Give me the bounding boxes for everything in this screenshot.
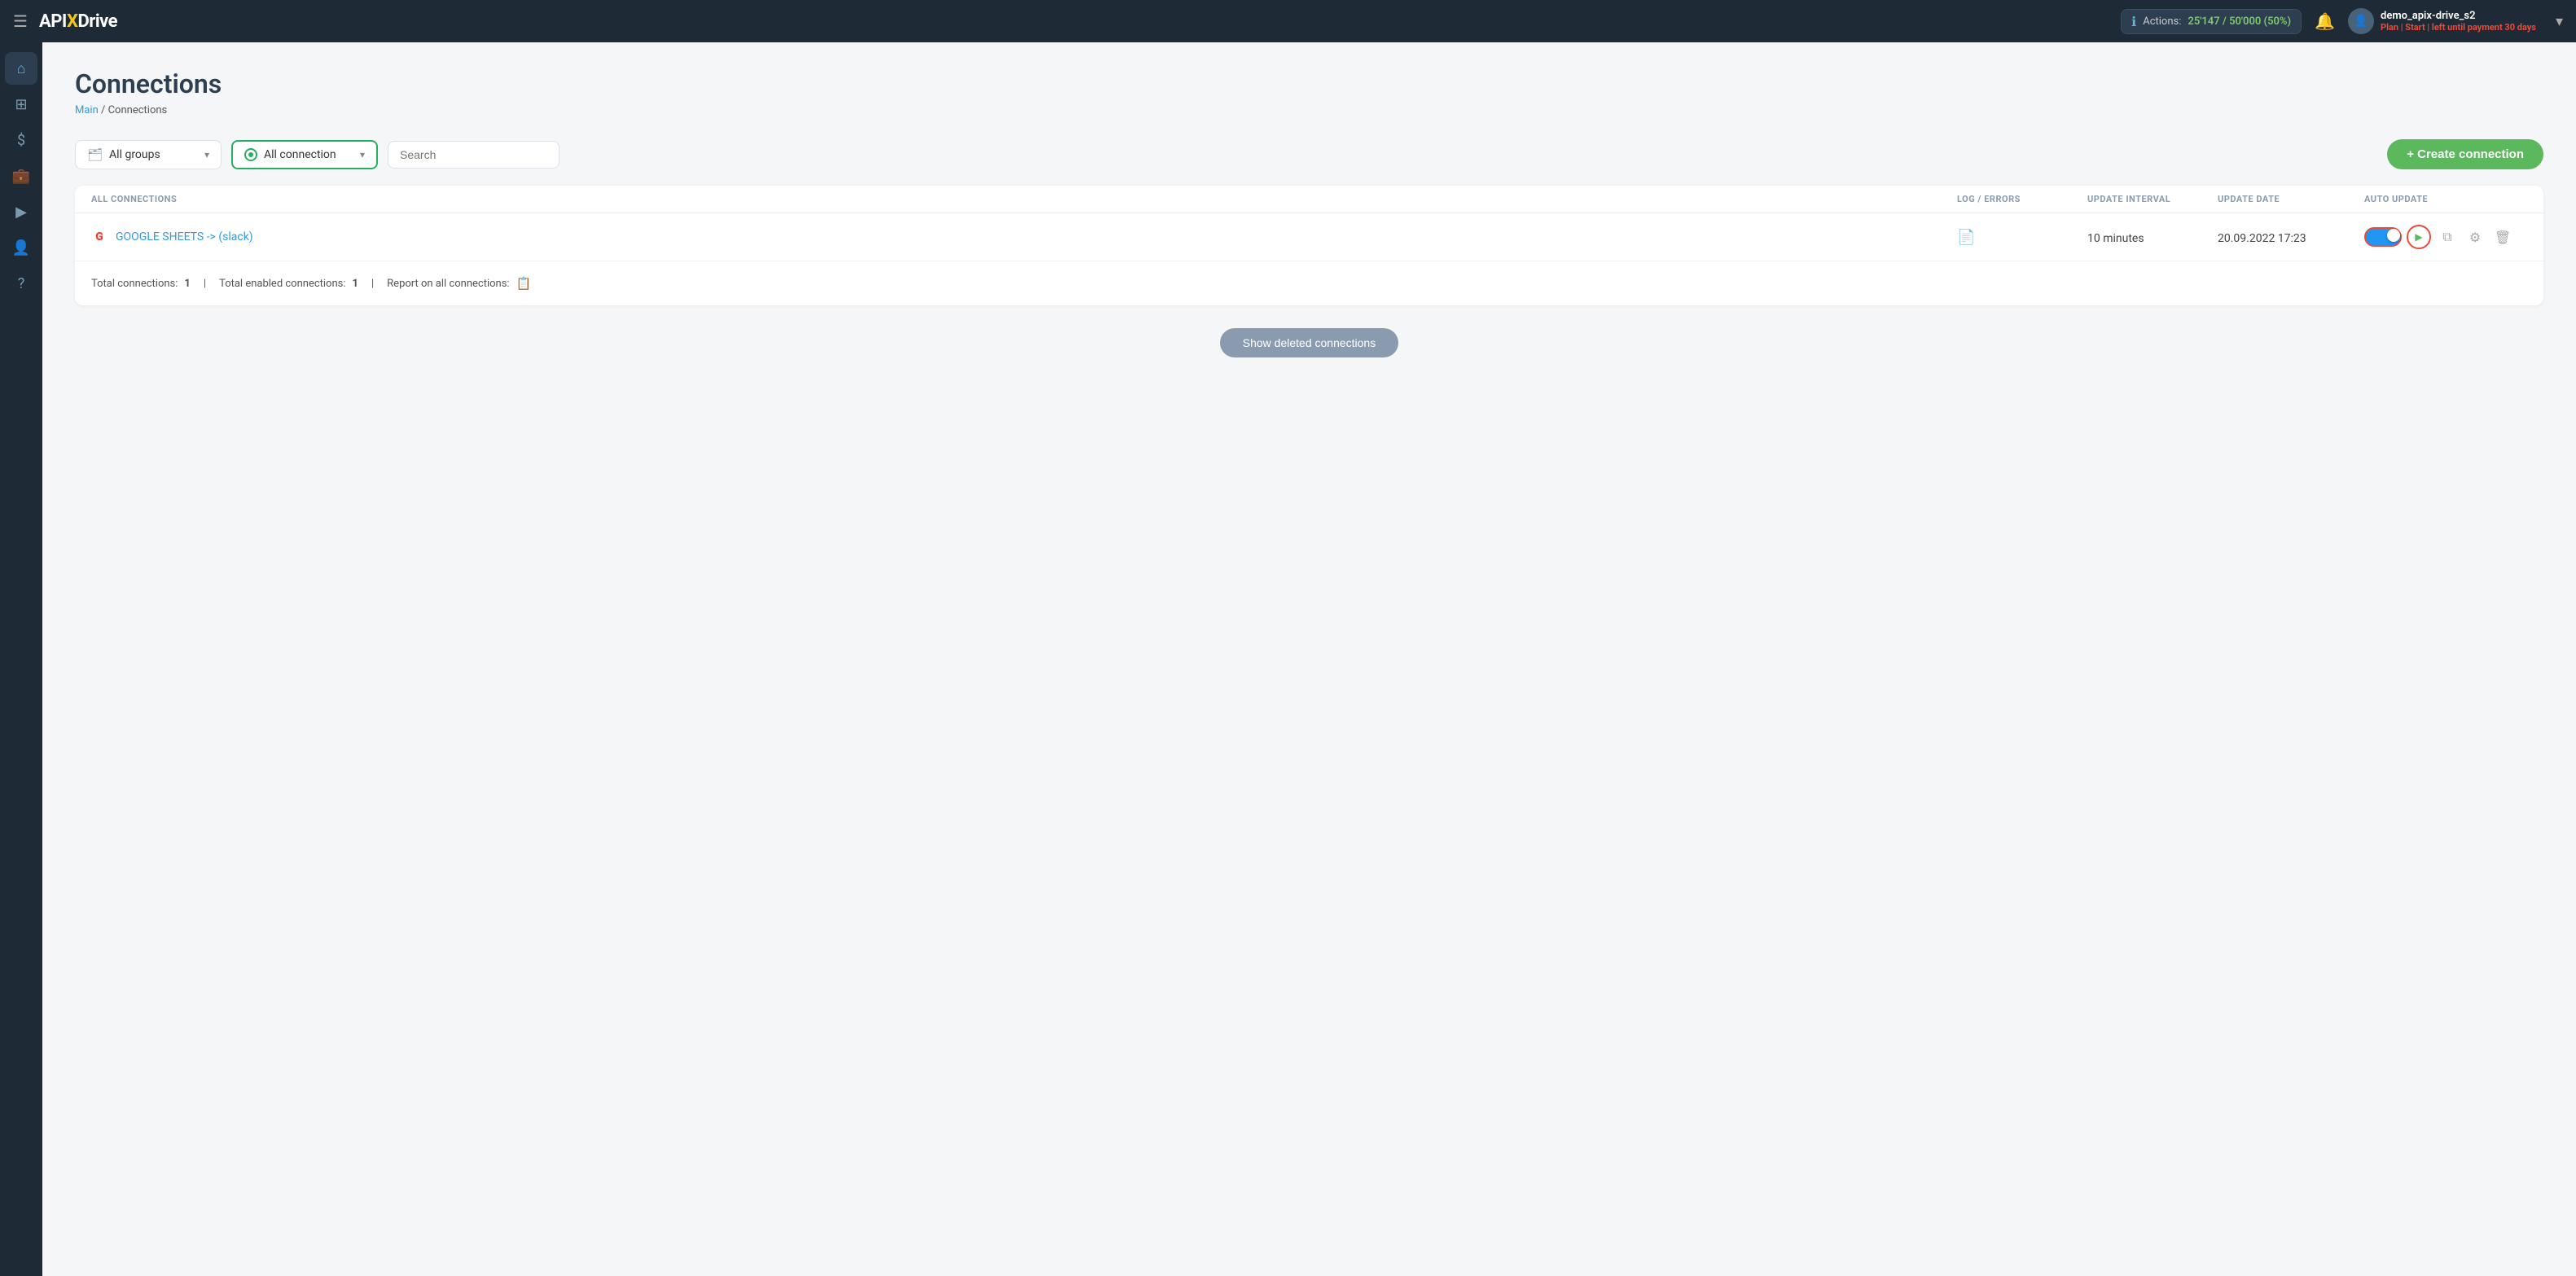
total-connections-label: Total connections:: [91, 278, 178, 290]
logo-text: APIXDrive: [39, 11, 117, 32]
connection-name-cell: G GOOGLE SHEETS -> (slack): [91, 229, 1957, 245]
topnav-actions: ℹ Actions: 25'147 / 50'000 (50%) 🔔 👤 dem…: [2121, 8, 2563, 34]
date-cell: 20.09.2022 17:23: [2218, 230, 2364, 245]
date-text: 20.09.2022 17:23: [2218, 232, 2306, 245]
bell-icon[interactable]: 🔔: [2315, 11, 2335, 31]
report-label: Report on all connections:: [387, 278, 509, 290]
total-enabled-value: 1: [353, 278, 358, 290]
report-icon[interactable]: 📋: [516, 276, 532, 291]
create-connection-button[interactable]: + Create connection: [2387, 139, 2543, 169]
actions-value: 25'147 / 50'000 (50%): [2188, 15, 2291, 28]
chevron-down-icon: ▾: [204, 149, 209, 160]
logo-api: API: [39, 11, 67, 32]
connection-filter-dropdown[interactable]: All connection ▾: [231, 140, 378, 169]
show-deleted-section: Show deleted connections: [75, 328, 2543, 357]
folder-icon: 🗂: [87, 147, 103, 162]
col-interval: UPDATE INTERVAL: [2087, 194, 2218, 204]
user-plan: Plan | Start | left until payment 30 day…: [2381, 22, 2536, 33]
connection-link[interactable]: GOOGLE SHEETS -> (slack): [116, 230, 253, 243]
chevron-down-icon[interactable]: ▾: [2556, 13, 2563, 30]
settings-button[interactable]: ⚙: [2464, 226, 2486, 248]
interval-text: 10 minutes: [2087, 232, 2144, 245]
main-layout: ⌂ ⊞ $ 💼 ▶ 👤 ? Connections Main / Connect…: [0, 42, 2576, 1276]
breadcrumb: Main / Connections: [75, 104, 2543, 116]
log-icon[interactable]: 📄: [1957, 229, 1975, 246]
actions-label: Actions:: [2143, 15, 2181, 28]
user-info: demo_apix-drive_s2 Plan | Start | left u…: [2381, 10, 2536, 33]
auto-update-toggle[interactable]: [2364, 227, 2402, 247]
table-footer: Total connections: 1 | Total enabled con…: [75, 261, 2543, 305]
sidebar-item-grid[interactable]: ⊞: [5, 88, 37, 121]
table-row: G GOOGLE SHEETS -> (slack) 📄 10 minutes …: [75, 213, 2543, 261]
page-title: Connections: [75, 68, 2543, 99]
connections-table: ALL CONNECTIONS LOG / ERRORS UPDATE INTE…: [75, 186, 2543, 305]
sidebar: ⌂ ⊞ $ 💼 ▶ 👤 ?: [0, 42, 42, 1276]
breadcrumb-main[interactable]: Main: [75, 104, 99, 116]
run-button[interactable]: ▶: [2407, 225, 2431, 249]
breadcrumb-sep: /: [101, 104, 108, 116]
google-icon: G: [91, 229, 108, 245]
col-log: LOG / ERRORS: [1957, 194, 2087, 204]
logo-x: X: [67, 11, 77, 32]
logo: APIXDrive: [39, 11, 117, 32]
delete-button[interactable]: 🗑: [2491, 226, 2514, 248]
toolbar: 🗂 All groups ▾ All connection ▾ + Create…: [75, 139, 2543, 169]
interval-cell: 10 minutes: [2087, 230, 2218, 245]
actions-badge: ℹ Actions: 25'147 / 50'000 (50%): [2121, 9, 2302, 34]
sidebar-item-billing[interactable]: $: [5, 124, 37, 156]
content-area: Connections Main / Connections 🗂 All gro…: [42, 42, 2576, 1276]
logo-drive: Drive: [77, 11, 117, 32]
action-buttons-cell: ▶ ⧉ ⚙ 🗑: [2364, 225, 2527, 249]
col-connections: ALL CONNECTIONS: [91, 194, 1957, 204]
col-autoupdate: AUTO UPDATE: [2364, 194, 2527, 204]
days-count: 30: [2504, 22, 2515, 33]
breadcrumb-current: Connections: [108, 104, 168, 116]
sidebar-item-help[interactable]: ?: [5, 267, 37, 300]
col-date: UPDATE DATE: [2218, 194, 2364, 204]
topnav: ☰ APIXDrive ℹ Actions: 25'147 / 50'000 (…: [0, 0, 2576, 42]
search-input[interactable]: [400, 148, 547, 161]
show-deleted-button[interactable]: Show deleted connections: [1220, 328, 1398, 357]
avatar: 👤: [2348, 8, 2374, 34]
search-box[interactable]: [388, 141, 560, 169]
total-connections-value: 1: [184, 278, 190, 290]
copy-button[interactable]: ⧉: [2436, 226, 2459, 248]
total-enabled-label: Total enabled connections:: [219, 278, 345, 290]
sidebar-item-play[interactable]: ▶: [5, 195, 37, 228]
user-section: 👤 demo_apix-drive_s2 Plan | Start | left…: [2348, 8, 2536, 34]
info-icon: ℹ: [2131, 14, 2136, 29]
groups-dropdown[interactable]: 🗂 All groups ▾: [75, 140, 222, 169]
log-cell: 📄: [1957, 229, 2087, 246]
chevron-down-icon: ▾: [360, 149, 365, 160]
connection-status-dot: [244, 148, 257, 161]
sidebar-item-user[interactable]: 👤: [5, 231, 37, 264]
groups-label: All groups: [109, 148, 160, 161]
user-name: demo_apix-drive_s2: [2381, 10, 2536, 22]
connection-filter-label: All connection: [264, 148, 336, 161]
toggle-thumb: [2387, 229, 2400, 242]
table-header: ALL CONNECTIONS LOG / ERRORS UPDATE INTE…: [75, 186, 2543, 213]
sidebar-item-home[interactable]: ⌂: [5, 52, 37, 85]
hamburger-icon[interactable]: ☰: [13, 11, 28, 31]
sidebar-item-briefcase[interactable]: 💼: [5, 160, 37, 192]
